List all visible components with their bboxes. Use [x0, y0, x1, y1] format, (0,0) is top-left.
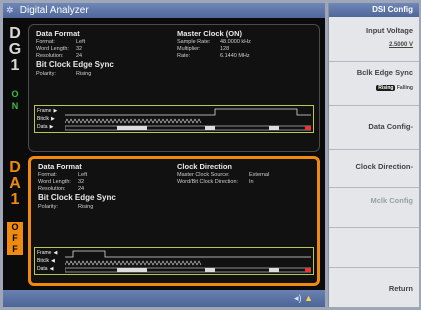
da1-panel[interactable]: Data Format Format: Left Word Length: 32 R… — [28, 156, 320, 286]
analyzer-screen: ✲ Digital Analyzer D G 1 O N Data Format… — [0, 0, 421, 310]
da1-frame-label: Frame ◀ — [37, 250, 58, 256]
input-voltage-value: 2.5000 V — [388, 42, 413, 48]
dg1-resolution-row: Resolution: 24 — [36, 53, 83, 59]
dg1-bitclk-label: Bitclk ▶ — [37, 116, 55, 122]
clock-direction-softkey[interactable]: Clock Direction- — [329, 149, 419, 187]
dg1-polarity-row: Polarity: Rising — [36, 71, 92, 77]
return-softkey[interactable]: Return — [329, 267, 419, 307]
softkey-menu: DSI Config Input Voltage 2.5000 V Bclk E… — [328, 3, 419, 307]
da1-bit-clock-heading: Bit Clock Edge Sync — [38, 193, 116, 202]
mclk-config-softkey[interactable]: Mclk Config — [329, 187, 419, 227]
title-bar: ✲ Digital Analyzer — [3, 3, 325, 18]
da1-format-row: Format: Left — [38, 172, 88, 178]
empty-softkey[interactable] — [329, 227, 419, 267]
dg1-bit-clock-heading: Bit Clock Edge Sync — [36, 60, 114, 69]
bclk-edge-sync-softkey[interactable]: Bclk Edge Sync Rising Falling — [329, 61, 419, 105]
input-voltage-softkey[interactable]: Input Voltage 2.5000 V — [329, 17, 419, 61]
dg1-waveforms — [65, 108, 311, 131]
da1-channel-label[interactable]: D A 1 O F F — [3, 160, 27, 255]
dg1-data-format-heading: Data Format — [36, 29, 80, 38]
master-clock-source-row: Master Clock Source: External — [177, 172, 270, 178]
warning-icon: ▲ — [304, 293, 313, 303]
window-title: Digital Analyzer — [19, 5, 89, 16]
dg1-timing-diagram: Frame ▶ Bitclk ▶ Data ▶ — [34, 105, 314, 133]
da1-timing-diagram: Frame ◀ Bitclk ◀ Data ◀ — [34, 247, 314, 275]
dg1-format-row: Format: Left — [36, 39, 86, 45]
clock-direction-heading: Clock Direction — [177, 162, 233, 171]
multiplier-row: Multiplier: 128 — [177, 46, 230, 52]
da1-data-label: Data ◀ — [37, 266, 54, 272]
dg1-letter-1: 1 — [10, 57, 20, 74]
dg1-data-label: Data ▶ — [37, 124, 54, 130]
rising-option: Rising — [376, 85, 396, 91]
da1-polarity-row: Polarity: Rising — [38, 204, 94, 210]
da1-letter-d: D — [9, 159, 21, 176]
dg1-panel[interactable]: Data Format Format: Left Word Length: 32 R… — [28, 24, 320, 152]
falling-option: Falling — [396, 85, 413, 91]
word-bit-clock-direction-row: Word/Bit Clock Direction: In — [177, 179, 254, 185]
dg1-status-o: O — [11, 89, 19, 99]
dg1-frame-label: Frame ▶ — [37, 108, 58, 114]
da1-off-badge: O F F — [7, 222, 23, 255]
dg1-letter-d: D — [9, 25, 21, 42]
rate-row: Rate: 6.1440 MHz — [177, 53, 250, 59]
da1-data-format-heading: Data Format — [38, 162, 82, 171]
speaker-icon: ◂) — [294, 293, 302, 303]
sample-rate-row: Sample Rate: 48.0000 kHz — [177, 39, 251, 45]
da1-bitclk-label: Bitclk ◀ — [37, 258, 55, 264]
dg1-channel-label[interactable]: D G 1 O N — [3, 26, 27, 112]
status-icons: ◂) ▲ — [294, 293, 313, 304]
da1-letter-a: A — [9, 175, 21, 192]
left-panel-area: D G 1 O N Data Format Format: Left Word L… — [3, 18, 325, 290]
da1-letter-1: 1 — [10, 191, 20, 208]
menu-title: DSI Config — [329, 3, 419, 17]
data-config-softkey[interactable]: Data Config- — [329, 105, 419, 149]
dg1-status-n: N — [11, 101, 19, 111]
da1-word-length-row: Word Length: 32 — [38, 179, 85, 185]
dg1-letter-g: G — [8, 41, 22, 58]
da1-resolution-row: Resolution: 24 — [38, 186, 85, 192]
gear-icon: ✲ — [6, 5, 14, 15]
dg1-word-length-row: Word Length: 32 — [36, 46, 83, 52]
da1-waveforms — [65, 250, 311, 273]
master-clock-heading: Master Clock (ON) — [177, 29, 243, 38]
status-bar: ◂) ▲ — [3, 290, 325, 307]
